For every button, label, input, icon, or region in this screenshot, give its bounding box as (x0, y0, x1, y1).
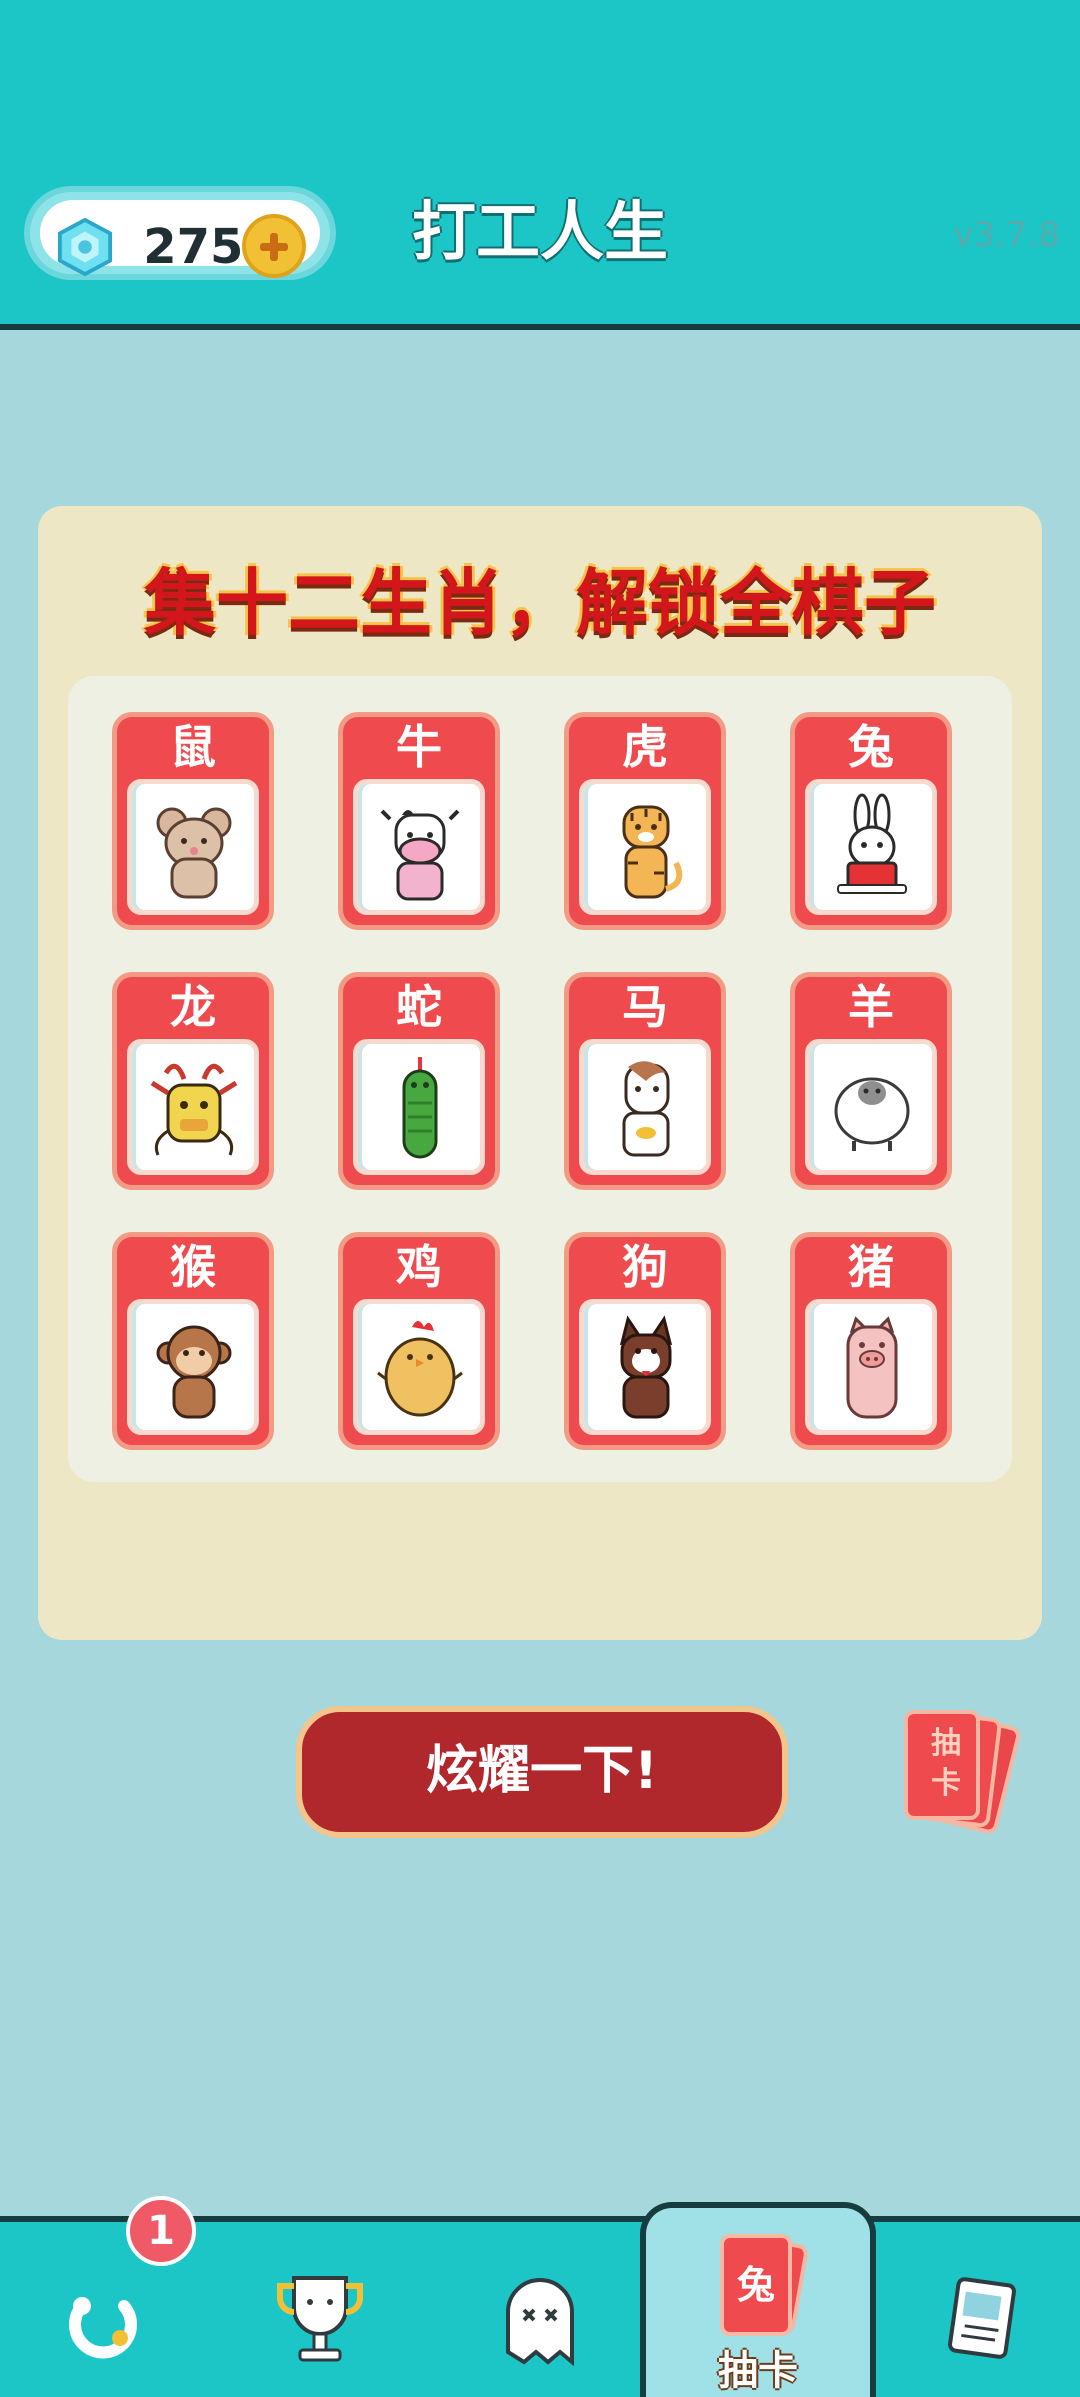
pig-icon (846, 1316, 898, 1419)
zodiac-card-face (805, 779, 937, 915)
zodiac-card-label: 狗 (622, 1240, 668, 1294)
zodiac-card-face (127, 779, 259, 915)
zodiac-card-face (353, 779, 485, 915)
zodiac-card-label: 兔 (848, 720, 894, 774)
ghost-icon (506, 2278, 574, 2367)
zodiac-card-label: 虎 (622, 720, 668, 774)
add-gems-button[interactable] (242, 214, 306, 278)
spin-icon (69, 2297, 137, 2359)
rabbit-icon (837, 793, 907, 894)
gem-balance[interactable]: 2750 (24, 186, 336, 280)
zodiac-card-label: 蛇 (396, 980, 442, 1034)
zodiac-card[interactable]: 龙 (112, 972, 274, 1190)
zodiac-card-face (805, 1299, 937, 1435)
snake-icon (402, 1057, 438, 1159)
trophy-icon (277, 2276, 363, 2362)
page-title: 打工人生 (412, 196, 668, 270)
zodiac-grid: 鼠 牛 虎 兔龙 蛇 马 羊猴 鸡 狗 猪 (68, 676, 1012, 1482)
version-label: v3.7.8 (953, 215, 1060, 255)
zodiac-collection-panel: 集十二生肖，解锁全棋子 鼠 牛 虎 兔龙 蛇 马 羊猴 鸡 狗 猪 (38, 506, 1042, 1640)
zodiac-card-label: 牛 (396, 720, 442, 774)
rooster-icon (377, 1321, 463, 1417)
zodiac-card-label: 鸡 (396, 1240, 442, 1294)
zodiac-card[interactable]: 鼠 (112, 712, 274, 930)
zodiac-card-face (805, 1039, 937, 1175)
nav-trophy[interactable] (220, 2222, 420, 2397)
nav-ghost[interactable] (440, 2222, 640, 2397)
zodiac-card[interactable]: 狗 (564, 1232, 726, 1450)
tiger-icon (622, 805, 683, 899)
zodiac-card-face (579, 1039, 711, 1175)
show-off-button[interactable]: 炫耀一下! (296, 1706, 788, 1838)
rat-icon (156, 807, 232, 899)
draw-card-icon: 兔 (720, 2234, 792, 2336)
dragon-icon (150, 1063, 238, 1156)
nav-draw-card-label: 抽卡 (718, 2348, 798, 2394)
zodiac-card-face (127, 1039, 259, 1175)
draw-card-shortcut[interactable]: 抽卡 (900, 1709, 1023, 1836)
dog-icon (619, 1315, 673, 1419)
zodiac-card-face (353, 1039, 485, 1175)
draw-card-label: 抽卡 (931, 1726, 961, 1801)
nav-draw-card[interactable]: 兔 抽卡 (640, 2202, 876, 2397)
zodiac-card-label: 马 (622, 980, 668, 1034)
top-bar: 2750 打工人生 v3.7.8 (0, 0, 1080, 330)
zodiac-card[interactable]: 鸡 (338, 1232, 500, 1450)
zodiac-card[interactable]: 兔 (790, 712, 952, 930)
zodiac-card-label: 猪 (848, 1240, 894, 1294)
sheep-icon (834, 1077, 910, 1151)
zodiac-card-label: 羊 (848, 980, 894, 1034)
zodiac-card[interactable]: 马 (564, 972, 726, 1190)
zodiac-card[interactable]: 猴 (112, 1232, 274, 1450)
zodiac-card-face (127, 1299, 259, 1435)
gem-balance-inner: 2750 (40, 200, 320, 278)
horse-icon (622, 1061, 670, 1157)
zodiac-card-face (353, 1299, 485, 1435)
zodiac-card[interactable]: 蛇 (338, 972, 500, 1190)
notification-badge: 1 (126, 2196, 196, 2266)
ox-icon (380, 809, 460, 901)
zodiac-card-label: 猴 (170, 1240, 216, 1294)
zodiac-card-face (579, 779, 711, 915)
zodiac-card[interactable]: 牛 (338, 712, 500, 930)
zodiac-card[interactable]: 羊 (790, 972, 952, 1190)
collection-heading: 集十二生肖，解锁全棋子 (143, 561, 936, 645)
notebook-icon (948, 2277, 1016, 2359)
gem-icon (57, 218, 113, 276)
zodiac-card-label: 鼠 (170, 720, 216, 774)
zodiac-card[interactable]: 虎 (564, 712, 726, 930)
zodiac-card-label: 龙 (170, 980, 216, 1034)
monkey-icon (156, 1325, 232, 1419)
zodiac-card[interactable]: 猪 (790, 1232, 952, 1450)
zodiac-card-face (579, 1299, 711, 1435)
nav-notebook[interactable] (880, 2222, 1080, 2397)
draw-card-front: 抽卡 (904, 1710, 980, 1820)
